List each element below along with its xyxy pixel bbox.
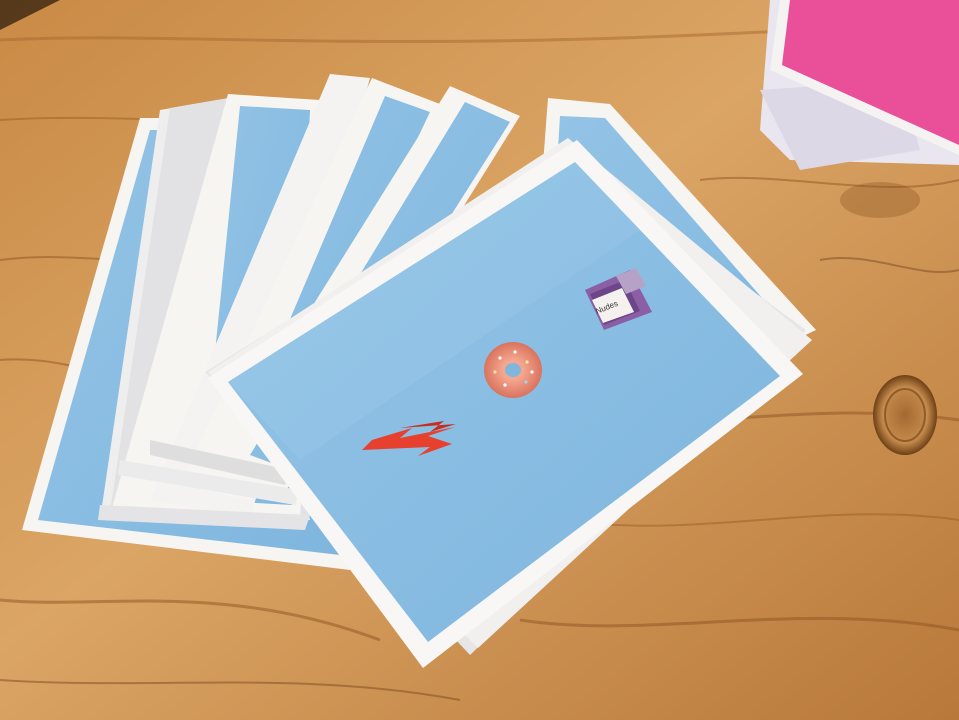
wood-knot [873,375,937,455]
donut-icon [484,342,542,398]
scene-svg: Nudes [0,0,959,720]
pink-card-stack [760,0,959,170]
photo-scene: Nudes [0,0,959,720]
